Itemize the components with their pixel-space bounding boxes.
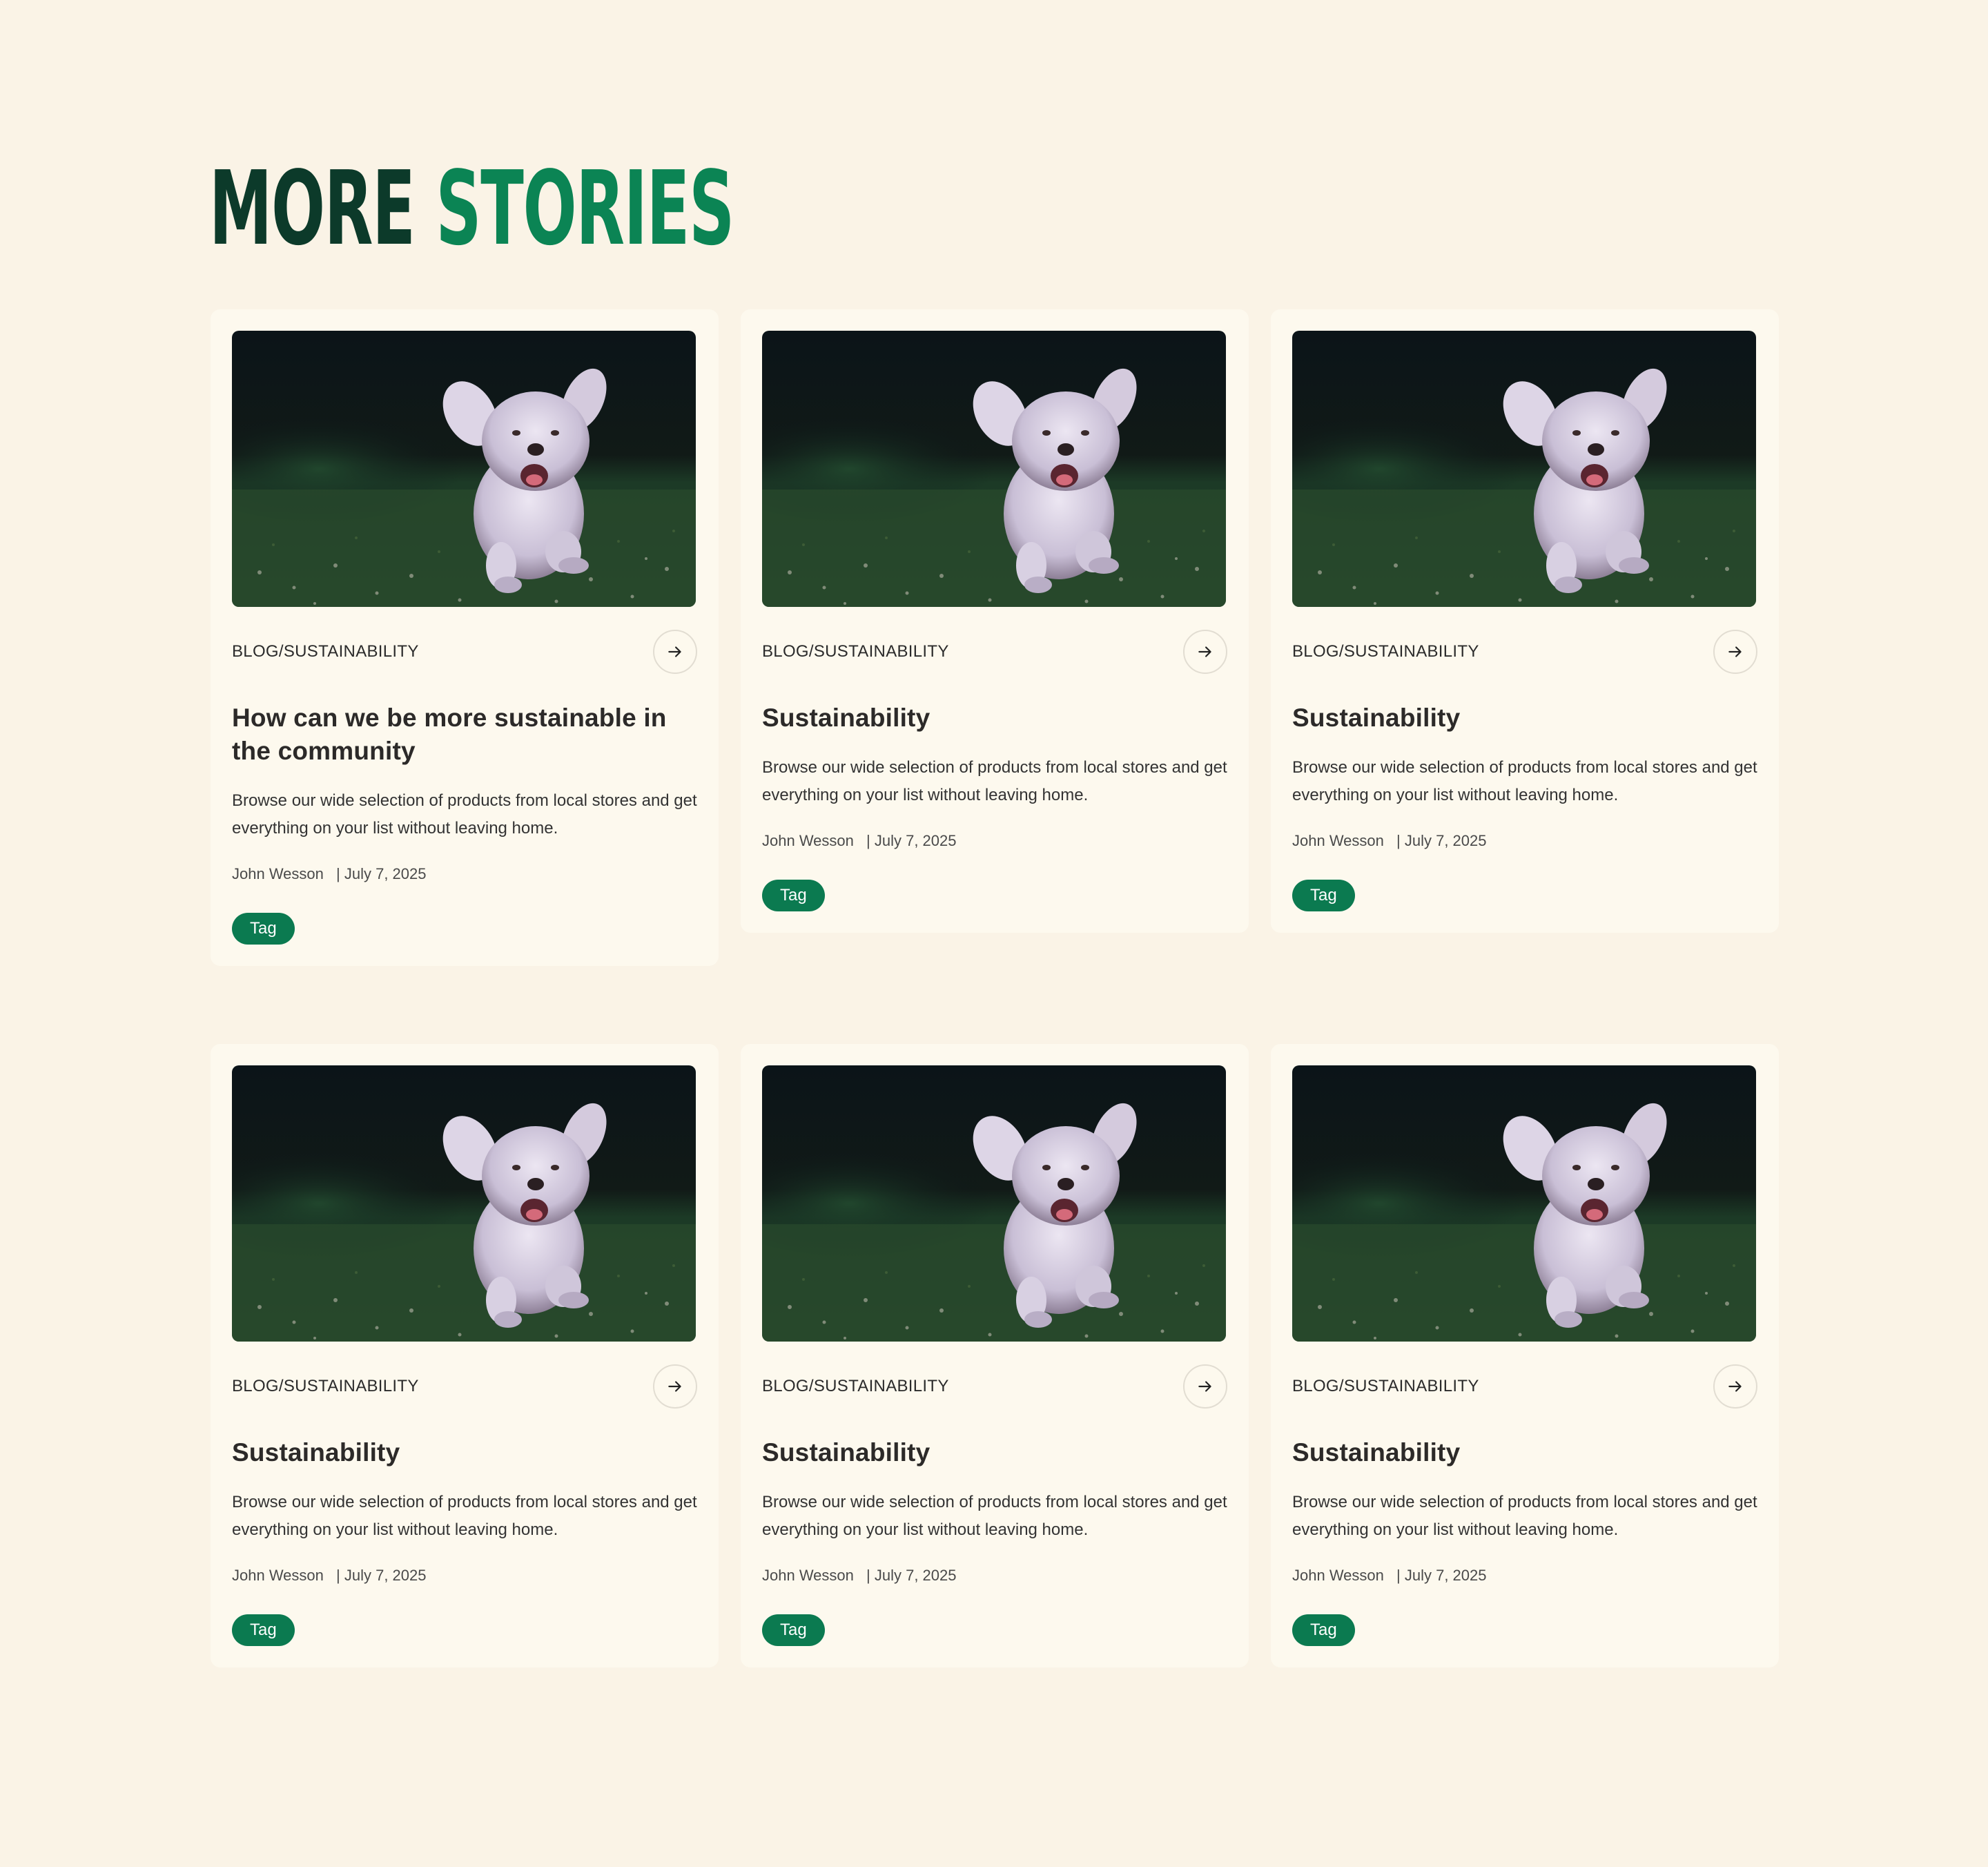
card-meta-row: BLOG/SUSTAINABILITY: [232, 1364, 697, 1409]
card-author: John Wesson: [1292, 1567, 1384, 1584]
card-arrow-button[interactable]: [1713, 630, 1757, 674]
arrow-right-icon: [666, 643, 684, 661]
arrow-right-icon: [1196, 1377, 1214, 1395]
card-category: BLOG/SUSTAINABILITY: [232, 1377, 419, 1395]
card-tag[interactable]: Tag: [1292, 1614, 1355, 1646]
story-card[interactable]: BLOG/SUSTAINABILITY Sustainability Brows…: [741, 1044, 1249, 1667]
card-byline: John Wesson | July 7, 2025: [232, 1565, 697, 1587]
card-description: Browse our wide selection of products fr…: [232, 1493, 697, 1539]
card-meta-row: BLOG/SUSTAINABILITY: [1292, 630, 1757, 674]
card-date: | July 7, 2025: [1396, 832, 1487, 849]
card-category: BLOG/SUSTAINABILITY: [762, 642, 949, 661]
card-meta-row: BLOG/SUSTAINABILITY: [232, 630, 697, 674]
running-dog-photo[interactable]: [762, 331, 1226, 607]
card-description: Browse our wide selection of products fr…: [1292, 758, 1757, 804]
card-title[interactable]: Sustainability: [232, 1436, 697, 1469]
card-meta-row: BLOG/SUSTAINABILITY: [762, 1364, 1227, 1409]
section-title-part1: MORE: [209, 149, 416, 268]
card-meta-row: BLOG/SUSTAINABILITY: [762, 630, 1227, 674]
card-author: John Wesson: [762, 832, 854, 849]
card-date: | July 7, 2025: [866, 832, 957, 849]
card-title[interactable]: Sustainability: [762, 1436, 1227, 1469]
card-category: BLOG/SUSTAINABILITY: [762, 1377, 949, 1395]
card-category: BLOG/SUSTAINABILITY: [1292, 1377, 1479, 1395]
card-author: John Wesson: [1292, 832, 1384, 849]
card-description: Browse our wide selection of products fr…: [762, 758, 1227, 804]
story-card[interactable]: BLOG/SUSTAINABILITY Sustainability Brows…: [1271, 1044, 1779, 1667]
story-card[interactable]: BLOG/SUSTAINABILITY Sustainability Brows…: [211, 1044, 719, 1667]
card-tag[interactable]: Tag: [232, 913, 295, 945]
running-dog-photo[interactable]: [232, 1065, 696, 1342]
story-card[interactable]: BLOG/SUSTAINABILITY Sustainability Brows…: [741, 309, 1249, 933]
card-category: BLOG/SUSTAINABILITY: [232, 642, 419, 661]
card-tag[interactable]: Tag: [762, 1614, 825, 1646]
arrow-right-icon: [1196, 643, 1214, 661]
story-card[interactable]: BLOG/SUSTAINABILITY Sustainability Brows…: [1271, 309, 1779, 933]
card-description: Browse our wide selection of products fr…: [1292, 1493, 1757, 1539]
card-date: | July 7, 2025: [866, 1567, 957, 1584]
card-author: John Wesson: [232, 1567, 324, 1584]
card-byline: John Wesson | July 7, 2025: [1292, 830, 1757, 852]
running-dog-photo[interactable]: [762, 1065, 1226, 1342]
card-byline: John Wesson | July 7, 2025: [762, 830, 1227, 852]
card-date: | July 7, 2025: [336, 1567, 427, 1584]
arrow-right-icon: [1726, 643, 1744, 661]
card-arrow-button[interactable]: [653, 1364, 697, 1409]
card-byline: John Wesson | July 7, 2025: [762, 1565, 1227, 1587]
card-arrow-button[interactable]: [1183, 630, 1227, 674]
running-dog-photo[interactable]: [232, 331, 696, 607]
card-title[interactable]: How can we be more sustainable in the co…: [232, 702, 697, 768]
card-category: BLOG/SUSTAINABILITY: [1292, 642, 1479, 661]
card-author: John Wesson: [762, 1567, 854, 1584]
card-title[interactable]: Sustainability: [762, 702, 1227, 735]
card-date: | July 7, 2025: [1396, 1567, 1487, 1584]
card-arrow-button[interactable]: [1713, 1364, 1757, 1409]
running-dog-photo[interactable]: [1292, 1065, 1756, 1342]
arrow-right-icon: [1726, 1377, 1744, 1395]
story-card[interactable]: BLOG/SUSTAINABILITY How can we be more s…: [211, 309, 719, 966]
section-title-part2: STORIES: [436, 149, 734, 268]
card-description: Browse our wide selection of products fr…: [232, 791, 697, 838]
section-title: MORE STORIES: [209, 157, 734, 260]
card-title[interactable]: Sustainability: [1292, 702, 1757, 735]
card-tag[interactable]: Tag: [762, 880, 825, 911]
card-tag[interactable]: Tag: [1292, 880, 1355, 911]
card-author: John Wesson: [232, 865, 324, 882]
card-byline: John Wesson | July 7, 2025: [232, 863, 697, 885]
card-title[interactable]: Sustainability: [1292, 1436, 1757, 1469]
card-arrow-button[interactable]: [653, 630, 697, 674]
card-byline: John Wesson | July 7, 2025: [1292, 1565, 1757, 1587]
card-tag[interactable]: Tag: [232, 1614, 295, 1646]
card-date: | July 7, 2025: [336, 865, 427, 882]
card-description: Browse our wide selection of products fr…: [762, 1493, 1227, 1539]
running-dog-photo[interactable]: [1292, 331, 1756, 607]
arrow-right-icon: [666, 1377, 684, 1395]
card-arrow-button[interactable]: [1183, 1364, 1227, 1409]
card-meta-row: BLOG/SUSTAINABILITY: [1292, 1364, 1757, 1409]
